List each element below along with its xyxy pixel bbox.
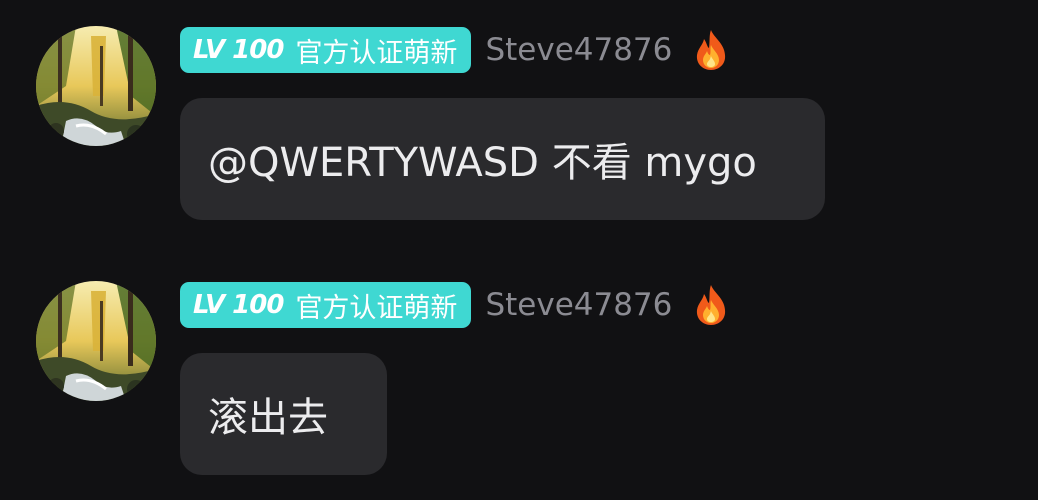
avatar[interactable]	[36, 281, 156, 401]
message-text: @QWERTYWASD 不看 mygo	[208, 140, 757, 186]
username[interactable]: Steve47876	[485, 287, 672, 323]
level-label: LV 100	[193, 35, 284, 65]
avatar-forest-image	[36, 26, 156, 146]
avatar[interactable]	[36, 26, 156, 146]
avatar-forest-image	[36, 281, 156, 401]
badge-title: 官方认证萌新	[295, 37, 458, 69]
message-bubble[interactable]: 滚出去	[180, 353, 387, 475]
level-badge[interactable]: LV 100 官方认证萌新	[180, 27, 472, 73]
level-badge[interactable]: LV 100 官方认证萌新	[180, 282, 472, 328]
username[interactable]: Steve47876	[485, 32, 672, 68]
fire-icon	[694, 284, 728, 326]
message-header: LV 100 官方认证萌新 Steve47876	[180, 282, 728, 328]
badge-title: 官方认证萌新	[295, 292, 458, 324]
message-header: LV 100 官方认证萌新 Steve47876	[180, 27, 728, 73]
fire-icon	[694, 29, 728, 71]
chat-message-list: LV 100 官方认证萌新 Steve47876 @QWERTYWASD 不看 …	[0, 0, 1038, 500]
message-bubble[interactable]: @QWERTYWASD 不看 mygo	[180, 98, 825, 220]
message-text: 滚出去	[208, 395, 328, 441]
level-label: LV 100	[193, 290, 284, 320]
